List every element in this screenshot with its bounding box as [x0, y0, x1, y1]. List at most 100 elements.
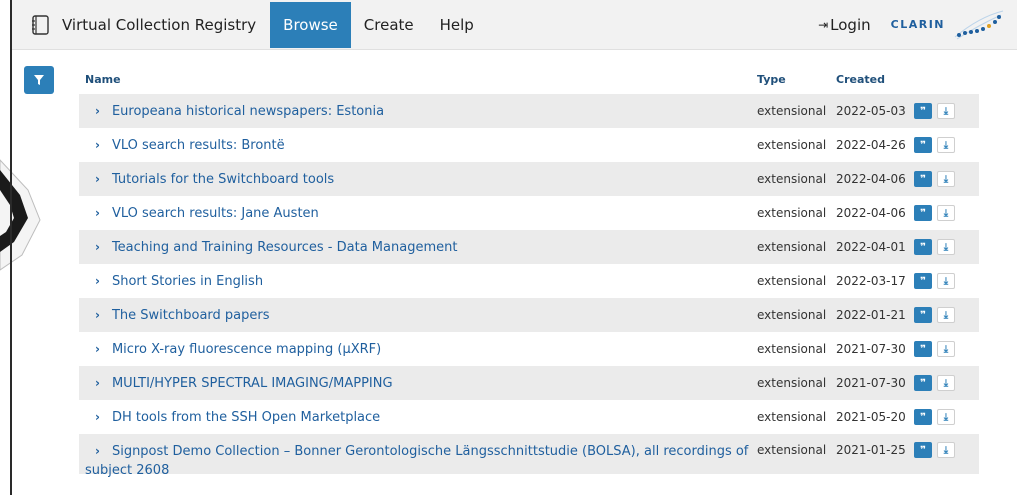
- cite-button[interactable]: ❞: [914, 442, 932, 458]
- chevron-right-icon[interactable]: ›: [95, 206, 100, 220]
- filter-button[interactable]: [24, 66, 54, 94]
- collection-name[interactable]: Tutorials for the Switchboard tools: [112, 172, 334, 187]
- cite-button[interactable]: ❞: [914, 341, 932, 357]
- chevron-right-icon[interactable]: ›: [95, 104, 100, 118]
- cite-button[interactable]: ❞: [914, 239, 932, 255]
- table-header: Name Type Created: [79, 64, 979, 94]
- chevron-right-icon[interactable]: ›: [95, 308, 100, 322]
- quote-icon: ❞: [920, 343, 926, 355]
- quote-icon: ❞: [920, 207, 926, 219]
- filter-icon: [34, 75, 44, 85]
- collection-created: 2022-04-26: [836, 138, 906, 152]
- collection-name[interactable]: Micro X-ray fluorescence mapping (µXRF): [112, 342, 381, 357]
- cite-button[interactable]: ❞: [914, 103, 932, 119]
- left-edge-border: [10, 0, 12, 495]
- table-row: › VLO search results: Brontë extensional …: [79, 128, 979, 162]
- download-button[interactable]: ⤓: [937, 239, 955, 255]
- collection-name[interactable]: Teaching and Training Resources - Data M…: [112, 240, 458, 255]
- collection-name[interactable]: VLO search results: Brontë: [112, 138, 285, 153]
- download-button[interactable]: ⤓: [937, 375, 955, 391]
- collection-created: 2022-04-01: [836, 240, 906, 254]
- header-type[interactable]: Type: [757, 73, 836, 86]
- quote-icon: ❞: [920, 105, 926, 117]
- cite-button[interactable]: ❞: [914, 409, 932, 425]
- login-button[interactable]: ⇥ Login: [818, 16, 871, 34]
- chevron-right-icon[interactable]: ›: [95, 342, 100, 356]
- chevron-right-icon[interactable]: ›: [95, 444, 100, 458]
- nav-browse[interactable]: Browse: [270, 1, 351, 48]
- quote-icon: ❞: [920, 444, 926, 456]
- chevron-right-icon[interactable]: ›: [95, 172, 100, 186]
- quote-icon: ❞: [920, 377, 926, 389]
- download-button[interactable]: ⤓: [937, 341, 955, 357]
- cite-button[interactable]: ❞: [914, 137, 932, 153]
- collection-created: 2021-07-30: [836, 342, 906, 356]
- table-row: › The Switchboard papers extensional 2022…: [79, 298, 979, 332]
- collection-name[interactable]: Europeana historical newspapers: Estonia: [112, 104, 384, 119]
- collection-name[interactable]: Short Stories in English: [112, 274, 263, 289]
- quote-icon: ❞: [920, 309, 926, 321]
- decorative-shape: [0, 159, 41, 271]
- download-button[interactable]: ⤓: [937, 171, 955, 187]
- collection-created: 2021-07-30: [836, 376, 906, 390]
- collection-name[interactable]: The Switchboard papers: [112, 308, 270, 323]
- header-created[interactable]: Created: [836, 73, 914, 86]
- table-row: › Europeana historical newspapers: Estoni…: [79, 94, 979, 128]
- download-icon: ⤓: [943, 309, 949, 321]
- download-icon: ⤓: [943, 275, 949, 287]
- nav-create[interactable]: Create: [351, 0, 427, 50]
- chevron-right-icon[interactable]: ›: [95, 138, 100, 152]
- quote-icon: ❞: [920, 173, 926, 185]
- collection-type: extensional: [757, 443, 827, 457]
- collection-name[interactable]: MULTI/HYPER SPECTRAL IMAGING/MAPPING: [112, 376, 393, 391]
- chevron-right-icon[interactable]: ›: [95, 410, 100, 424]
- download-icon: ⤓: [943, 207, 949, 219]
- cite-button[interactable]: ❞: [914, 171, 932, 187]
- collection-type: extensional: [757, 376, 827, 390]
- download-button[interactable]: ⤓: [937, 137, 955, 153]
- quote-icon: ❞: [920, 139, 926, 151]
- cite-button[interactable]: ❞: [914, 375, 932, 391]
- collection-type: extensional: [757, 308, 827, 322]
- download-button[interactable]: ⤓: [937, 409, 955, 425]
- cite-button[interactable]: ❞: [914, 307, 932, 323]
- download-icon: ⤓: [943, 411, 949, 423]
- collection-type: extensional: [757, 104, 827, 118]
- table-row: › DH tools from the SSH Open Marketplace …: [79, 400, 979, 434]
- download-button[interactable]: ⤓: [937, 273, 955, 289]
- download-icon: ⤓: [943, 173, 949, 185]
- header-name[interactable]: Name: [79, 73, 757, 86]
- collection-type: extensional: [757, 274, 827, 288]
- table-row: › MULTI/HYPER SPECTRAL IMAGING/MAPPING ex…: [79, 366, 979, 400]
- download-button[interactable]: ⤓: [937, 442, 955, 458]
- brand[interactable]: Virtual Collection Registry: [12, 0, 256, 50]
- login-icon: ⇥: [818, 17, 829, 32]
- download-button[interactable]: ⤓: [937, 307, 955, 323]
- chevron-right-icon[interactable]: ›: [95, 274, 100, 288]
- chevron-right-icon[interactable]: ›: [95, 240, 100, 254]
- collection-name[interactable]: VLO search results: Jane Austen: [112, 206, 319, 221]
- collection-name[interactable]: Signpost Demo Collection – Bonner Geront…: [85, 444, 748, 478]
- table-row: › VLO search results: Jane Austen extensi…: [79, 196, 979, 230]
- download-button[interactable]: ⤓: [937, 103, 955, 119]
- download-icon: ⤓: [943, 444, 949, 456]
- cite-button[interactable]: ❞: [914, 273, 932, 289]
- clarin-logo[interactable]: CLARIN: [891, 7, 1007, 43]
- chevron-right-icon[interactable]: ›: [95, 376, 100, 390]
- collection-name[interactable]: DH tools from the SSH Open Marketplace: [112, 410, 380, 425]
- table-row: › Short Stories in English extensional 20…: [79, 264, 979, 298]
- collection-type: extensional: [757, 410, 827, 424]
- collection-created: 2022-04-06: [836, 172, 906, 186]
- download-button[interactable]: ⤓: [937, 205, 955, 221]
- collection-created: 2022-05-03: [836, 104, 906, 118]
- collection-type: extensional: [757, 206, 827, 220]
- table-row: › Signpost Demo Collection – Bonner Geron…: [79, 434, 979, 478]
- quote-icon: ❞: [920, 411, 926, 423]
- collection-created: 2022-03-17: [836, 274, 906, 288]
- cite-button[interactable]: ❞: [914, 205, 932, 221]
- download-icon: ⤓: [943, 139, 949, 151]
- collection-type: extensional: [757, 138, 827, 152]
- nav-help[interactable]: Help: [427, 0, 487, 50]
- download-icon: ⤓: [943, 343, 949, 355]
- top-navbar: Virtual Collection Registry Browse Creat…: [12, 0, 1017, 50]
